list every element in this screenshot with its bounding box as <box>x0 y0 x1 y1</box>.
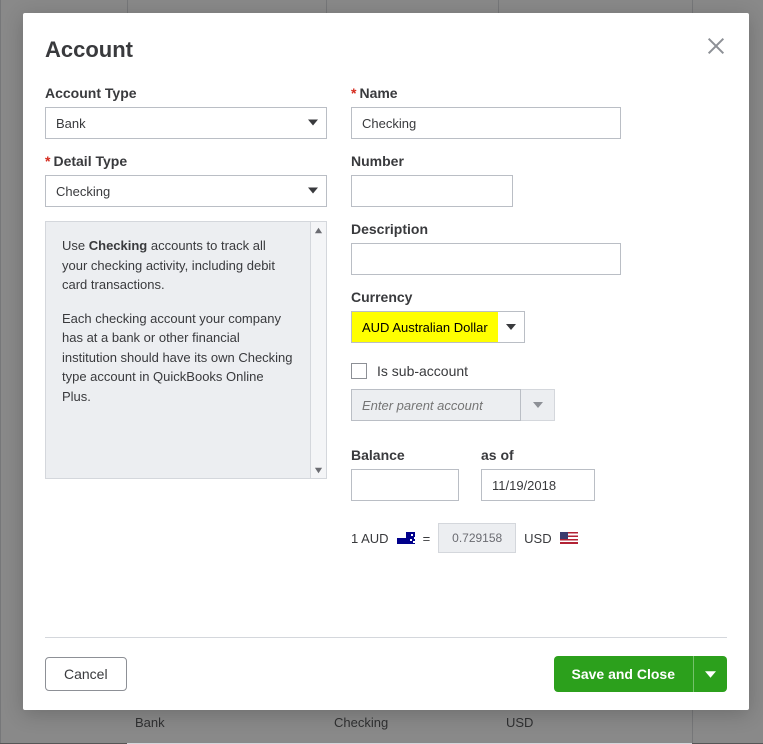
help-paragraph-1: Use Checking accounts to track all your … <box>62 236 294 295</box>
is-sub-account-label: Is sub-account <box>377 363 468 379</box>
rate-equals: = <box>423 531 431 546</box>
parent-account-dropdown <box>521 389 555 421</box>
scroll-down-icon[interactable] <box>311 462 326 478</box>
name-label: Name <box>351 85 727 101</box>
save-and-close-button[interactable]: Save and Close <box>554 656 728 692</box>
account-type-select[interactable]: Bank <box>45 107 327 139</box>
help-paragraph-2: Each checking account your company has a… <box>62 309 294 407</box>
is-sub-account-checkbox[interactable] <box>351 363 367 379</box>
description-input[interactable] <box>351 243 621 275</box>
currency-label: Currency <box>351 289 727 305</box>
detail-type-value: Checking <box>56 184 110 199</box>
detail-type-help: Use Checking accounts to track all your … <box>45 221 327 479</box>
footer-divider <box>45 637 727 638</box>
detail-type-label: Detail Type <box>45 153 327 169</box>
modal-title: Account <box>45 37 727 63</box>
as-of-label: as of <box>481 447 595 463</box>
description-label: Description <box>351 221 727 237</box>
flag-us-icon <box>560 532 578 544</box>
name-input[interactable] <box>351 107 621 139</box>
currency-value: AUD Australian Dollar <box>352 312 498 342</box>
number-label: Number <box>351 153 727 169</box>
caret-down-icon <box>498 312 524 342</box>
cancel-button[interactable]: Cancel <box>45 657 127 691</box>
number-input[interactable] <box>351 175 513 207</box>
balance-input[interactable] <box>351 469 459 501</box>
caret-down-icon <box>705 669 716 680</box>
detail-type-select[interactable]: Checking <box>45 175 327 207</box>
help-scrollbar[interactable] <box>310 222 326 478</box>
rate-rhs-currency: USD <box>524 531 551 546</box>
account-modal: Account Account Type Bank Detail Type Ch… <box>23 13 749 710</box>
exchange-rate-row: 1 AUD = 0.729158 USD <box>351 523 727 553</box>
rate-lhs: 1 AUD <box>351 531 389 546</box>
flag-au-icon <box>397 532 415 544</box>
exchange-rate-value: 0.729158 <box>438 523 516 553</box>
currency-select[interactable]: AUD Australian Dollar <box>351 311 525 343</box>
as-of-date-input[interactable] <box>481 469 595 501</box>
parent-account-input <box>351 389 521 421</box>
balance-label: Balance <box>351 447 459 463</box>
caret-down-icon <box>308 116 318 131</box>
save-split-dropdown[interactable] <box>693 656 727 692</box>
account-type-value: Bank <box>56 116 86 131</box>
scroll-up-icon[interactable] <box>311 222 326 238</box>
caret-down-icon <box>308 184 318 199</box>
account-type-label: Account Type <box>45 85 327 101</box>
